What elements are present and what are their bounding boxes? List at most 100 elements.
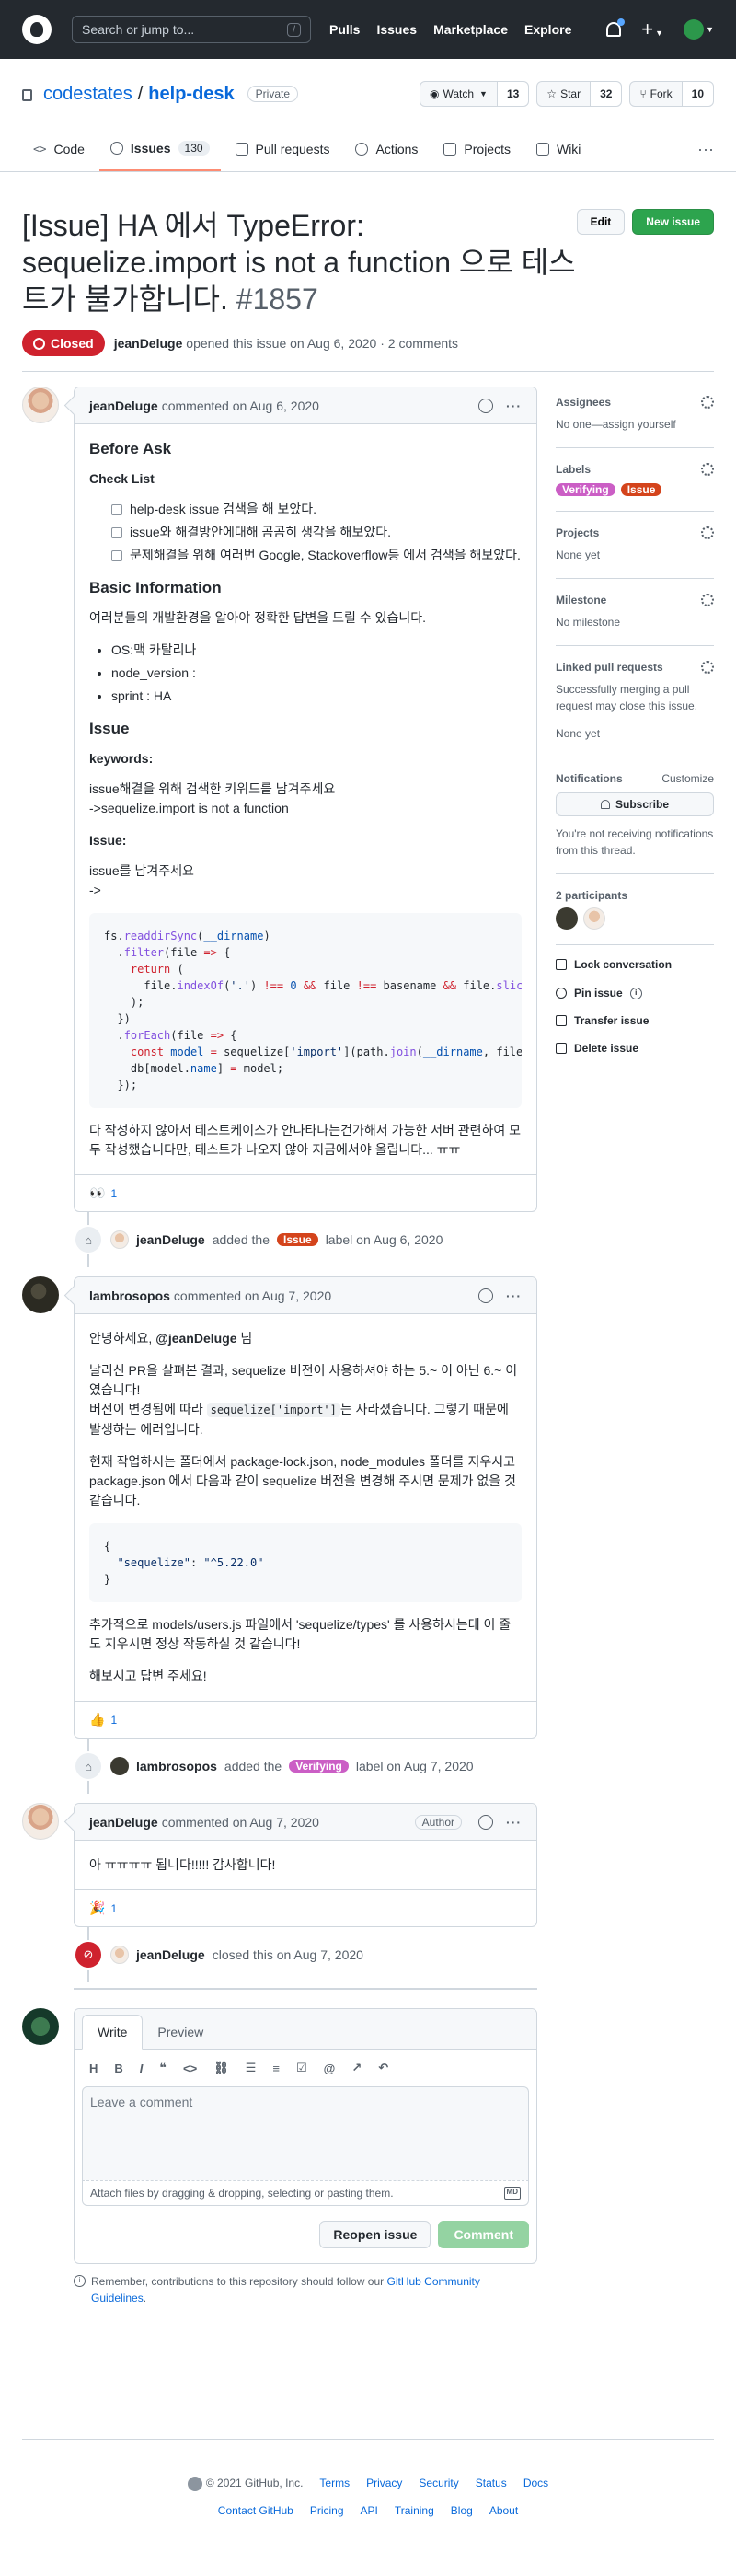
comment-timestamp[interactable]: commented on Aug 7, 2020 xyxy=(174,1288,331,1303)
avatar[interactable] xyxy=(22,387,59,423)
avatar[interactable] xyxy=(22,1276,59,1313)
task-checkbox[interactable] xyxy=(111,549,122,561)
fork-count[interactable]: 10 xyxy=(682,82,713,106)
lock-conversation-link[interactable]: Lock conversation xyxy=(556,958,714,971)
unordered-list-icon[interactable]: ☰ xyxy=(246,2061,257,2075)
comment-timestamp[interactable]: commented on Aug 7, 2020 xyxy=(162,1815,319,1830)
add-reaction-icon[interactable] xyxy=(478,398,493,413)
footer-link-about[interactable]: About xyxy=(489,2504,518,2517)
thumbs-up-reaction-icon[interactable]: 👍 xyxy=(89,1712,105,1727)
eyes-reaction-icon[interactable]: 👀 xyxy=(89,1185,105,1201)
link-icon[interactable]: ⛓ xyxy=(213,2061,229,2075)
footer-link-terms[interactable]: Terms xyxy=(319,2477,350,2491)
tab-projects[interactable]: Projects xyxy=(432,127,522,171)
customize-link[interactable]: Customize xyxy=(661,772,714,785)
heading-icon[interactable]: H xyxy=(89,2062,98,2075)
create-new-menu[interactable]: + ▼ xyxy=(641,19,663,40)
notifications-bell-icon[interactable] xyxy=(606,18,626,37)
label-badge[interactable]: Verifying xyxy=(556,483,615,496)
nav-pulls[interactable]: Pulls xyxy=(329,22,360,37)
avatar[interactable] xyxy=(110,1757,129,1775)
search-input[interactable]: Search or jump to... / xyxy=(72,16,311,43)
star-count[interactable]: 32 xyxy=(591,82,622,106)
transfer-issue-link[interactable]: Transfer issue xyxy=(556,1014,714,1027)
gear-icon[interactable] xyxy=(701,661,714,674)
avatar[interactable] xyxy=(110,1946,129,1964)
kebab-horizontal-icon[interactable]: ··· xyxy=(506,1288,522,1303)
tab-issues[interactable]: Issues 130 xyxy=(98,127,221,171)
task-checkbox[interactable] xyxy=(111,503,122,515)
subscribe-button[interactable]: Subscribe xyxy=(556,792,714,816)
user-mention-link[interactable]: @jeanDeluge xyxy=(155,1331,236,1346)
reaction-count[interactable]: 1 xyxy=(110,1714,117,1727)
label-badge[interactable]: Issue xyxy=(620,483,662,496)
add-reaction-icon[interactable] xyxy=(478,1288,493,1303)
gear-icon[interactable] xyxy=(701,526,714,539)
avatar[interactable] xyxy=(110,1230,129,1249)
add-reaction-icon[interactable] xyxy=(478,1814,493,1830)
italic-icon[interactable]: I xyxy=(140,2062,144,2075)
code-icon[interactable]: <> xyxy=(183,2062,197,2075)
label-badge[interactable]: Issue xyxy=(277,1233,318,1246)
avatar[interactable] xyxy=(22,1803,59,1840)
gear-icon[interactable] xyxy=(701,594,714,606)
task-list-icon[interactable]: ☑ xyxy=(296,2061,307,2075)
mention-icon[interactable]: @ xyxy=(324,2062,336,2075)
reaction-count[interactable]: 1 xyxy=(110,1187,117,1200)
delete-issue-link[interactable]: Delete issue xyxy=(556,1042,714,1055)
watch-button[interactable]: ◉ Watch ▼ 13 xyxy=(419,81,530,107)
nav-explore[interactable]: Explore xyxy=(524,22,571,37)
footer-link-security[interactable]: Security xyxy=(419,2477,458,2491)
footer-link-training[interactable]: Training xyxy=(395,2504,434,2517)
nav-issues[interactable]: Issues xyxy=(376,22,417,37)
nav-marketplace[interactable]: Marketplace xyxy=(433,22,508,37)
bold-icon[interactable]: B xyxy=(114,2062,122,2075)
more-tabs-menu[interactable]: ··· xyxy=(697,127,714,171)
tab-code[interactable]: <> Code xyxy=(22,127,96,171)
tab-preview[interactable]: Preview xyxy=(143,2016,218,2049)
tab-actions[interactable]: Actions xyxy=(344,127,429,171)
star-button[interactable]: ☆ Star 32 xyxy=(536,81,623,107)
quote-icon[interactable]: ❝ xyxy=(159,2061,167,2075)
cross-reference-icon[interactable]: ↗ xyxy=(351,2061,362,2075)
label-badge[interactable]: Verifying xyxy=(289,1760,349,1773)
ordered-list-icon[interactable]: ≡ xyxy=(272,2062,280,2075)
pin-issue-link[interactable]: Pin issue i xyxy=(556,986,714,999)
footer-link-api[interactable]: API xyxy=(361,2504,378,2517)
footer-link-status[interactable]: Status xyxy=(476,2477,507,2491)
gear-icon[interactable] xyxy=(701,396,714,409)
avatar[interactable] xyxy=(22,2008,59,2045)
event-actor-link[interactable]: jeanDeluge xyxy=(136,1232,205,1247)
tada-reaction-icon[interactable]: 🎉 xyxy=(89,1900,105,1916)
comment-submit-button[interactable]: Comment xyxy=(438,2221,529,2248)
new-issue-button[interactable]: New issue xyxy=(632,209,714,235)
avatar[interactable] xyxy=(556,907,578,930)
watch-count[interactable]: 13 xyxy=(497,82,529,106)
footer-link-docs[interactable]: Docs xyxy=(523,2477,548,2491)
reply-icon[interactable]: ↶ xyxy=(378,2061,388,2075)
footer-link-blog[interactable]: Blog xyxy=(451,2504,473,2517)
tab-wiki[interactable]: Wiki xyxy=(525,127,592,171)
event-actor-link[interactable]: lambrosopos xyxy=(136,1759,217,1773)
event-actor-link[interactable]: jeanDeluge xyxy=(136,1947,205,1962)
footer-link-contact[interactable]: Contact GitHub xyxy=(218,2504,293,2517)
repo-owner-link[interactable]: codestates xyxy=(43,84,132,105)
gear-icon[interactable] xyxy=(701,463,714,476)
github-logo-icon[interactable] xyxy=(22,15,52,44)
comment-author-link[interactable]: jeanDeluge xyxy=(89,1815,158,1830)
task-checkbox[interactable] xyxy=(111,526,122,538)
fork-button[interactable]: ⑂ Fork 10 xyxy=(629,81,714,107)
repo-name-link[interactable]: help-desk xyxy=(148,84,234,105)
attach-files-bar[interactable]: Attach files by dragging & dropping, sel… xyxy=(82,2180,529,2206)
reaction-count[interactable]: 1 xyxy=(110,1902,117,1915)
edit-title-button[interactable]: Edit xyxy=(576,209,626,235)
reopen-issue-button[interactable]: Reopen issue xyxy=(319,2221,431,2248)
assign-yourself-link[interactable]: No one—assign yourself xyxy=(556,416,714,433)
comment-timestamp[interactable]: commented on Aug 6, 2020 xyxy=(162,399,319,413)
comment-textarea[interactable]: Leave a comment xyxy=(82,2086,529,2180)
user-menu[interactable]: ▼ xyxy=(684,19,714,40)
issue-author-link[interactable]: jeanDeluge xyxy=(114,336,183,351)
tab-pull-requests[interactable]: Pull requests xyxy=(224,127,341,171)
footer-link-privacy[interactable]: Privacy xyxy=(366,2477,402,2491)
avatar[interactable] xyxy=(583,907,605,930)
